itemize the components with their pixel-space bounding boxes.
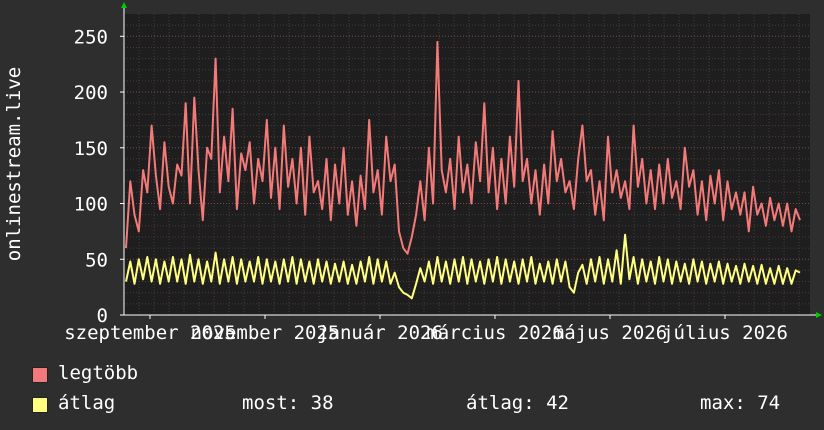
x-tick-label: január 2026: [317, 322, 443, 344]
chart: 0 50 100 150 200 250 szeptember 2025 november 2…: [0, 0, 824, 430]
legend-label-avg: átlag: [58, 392, 116, 414]
legend: legtöbb átlag most: 38 átlag: 42 max: 74: [32, 362, 812, 424]
x-axis-arrow: [816, 312, 822, 318]
legend-label-max: legtöbb: [58, 362, 139, 384]
legend-item-avg: átlag most: 38 átlag: 42 max: 74: [32, 392, 812, 418]
y-tick-label: 150: [74, 138, 108, 160]
y-tick-label: 250: [74, 26, 108, 48]
stat-current-value: 38: [310, 392, 334, 414]
stat-average: átlag: 42: [466, 392, 569, 414]
stat-maximum-value: 74: [757, 392, 781, 414]
x-tick-label: július 2026: [662, 322, 788, 344]
x-tick-label: május 2026: [553, 322, 667, 344]
stat-maximum-label: max:: [700, 392, 746, 414]
x-tick-label: március 2026: [426, 322, 563, 344]
y-axis-label: onlinestream.live: [3, 67, 25, 261]
legend-swatch-max: [32, 367, 48, 383]
y-axis-arrow: [121, 2, 127, 8]
stat-average-value: 42: [546, 392, 569, 414]
y-tick-label: 50: [85, 249, 108, 271]
y-tick-label: 200: [74, 82, 108, 104]
stat-current: most: 38: [242, 392, 334, 414]
stat-average-label: átlag:: [466, 392, 535, 414]
stat-current-label: most:: [242, 392, 300, 414]
stat-maximum: max: 74: [700, 392, 780, 414]
y-tick-label: 100: [74, 194, 108, 216]
legend-swatch-avg: [32, 397, 48, 413]
